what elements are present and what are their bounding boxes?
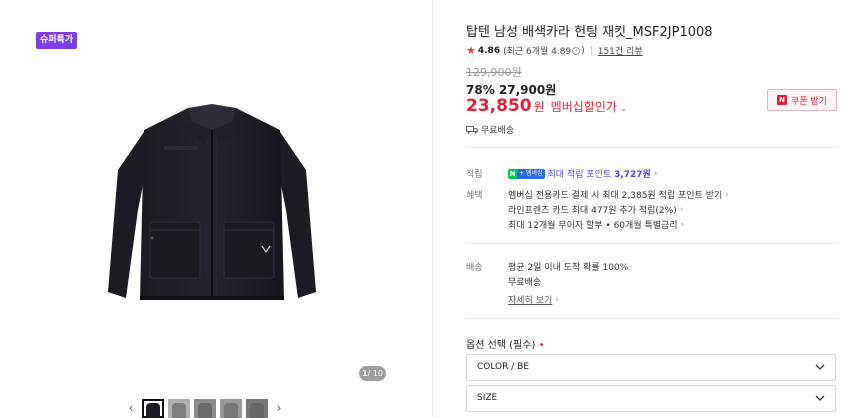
color-select[interactable]: COLOR / BE	[466, 354, 836, 381]
thumb-prev-icon[interactable]: ‹	[124, 399, 138, 418]
vertical-divider	[432, 0, 433, 418]
size-select-value: SIZE	[477, 393, 498, 403]
points-label: 적립	[466, 170, 483, 180]
original-price: 129,900원	[466, 66, 522, 79]
product-image[interactable]	[104, 100, 320, 312]
thumbnail-4[interactable]	[220, 399, 242, 418]
star-icon: ★	[466, 44, 476, 57]
max-points-text: 최대 적립 포인트 3,727원	[547, 170, 651, 180]
image-page-indicator: 1/ 10	[359, 366, 386, 381]
member-price-line[interactable]: 23,850 원 멤버십할인가 ⌄	[466, 96, 627, 116]
chevron-right-icon: ›	[555, 294, 559, 305]
chevron-right-icon: ›	[679, 204, 684, 215]
naver-plus-badge: N + 멤버십	[508, 168, 545, 179]
rating-row: ★ 4.86 (최근 6개월 4.89 i ) 151건 리뷰	[466, 44, 643, 57]
rating-recent: (최근 6개월 4.89	[503, 47, 572, 57]
section-divider	[466, 147, 838, 148]
required-mark: •	[538, 340, 545, 351]
thumbnail-3[interactable]	[194, 399, 216, 418]
chevron-right-icon: ›	[680, 219, 685, 230]
benefits-label: 혜택	[466, 191, 483, 201]
shipping-summary: 무료배송	[466, 123, 514, 136]
shipping-summary-text: 무료배송	[481, 126, 515, 136]
benefit-item-2[interactable]: 라인프렌즈 카드 최대 477원 추가 적립(2%) ›	[508, 203, 684, 217]
member-price-label: 멤버십할인가	[550, 100, 617, 114]
section-divider	[466, 318, 838, 319]
color-select-value: COLOR / BE	[477, 362, 530, 372]
delivery-arrival: 평균 2일 이내 도착 확률 100%	[508, 263, 629, 273]
member-price: 23,850	[466, 96, 532, 116]
delivery-detail-link[interactable]: 자세히 보기 ›	[508, 293, 559, 307]
thumbnail-2[interactable]	[168, 399, 190, 418]
product-title: 탑텐 남성 배색카라 헌팅 재킷_MSF2JP1008	[466, 25, 713, 40]
naver-n-icon: N	[777, 95, 787, 105]
chevron-right-icon: ›	[653, 168, 658, 179]
chevron-down-icon	[815, 395, 825, 401]
coupon-button-label: 쿠폰 받기	[791, 96, 827, 107]
chevron-down-icon	[815, 364, 825, 370]
option-title: 옵션 선택 (필수) •	[466, 340, 545, 351]
benefit-item-1[interactable]: 멤버십 전용카드 결제 시 최대 2,385원 적립 포인트 받기 ›	[508, 188, 729, 202]
truck-icon	[466, 125, 478, 134]
coupon-button[interactable]: N 쿠폰 받기	[767, 89, 837, 111]
rating-separator	[590, 46, 592, 55]
thumbnail-strip: ‹ ›	[124, 399, 286, 418]
discounted-price: 27,900원	[498, 83, 557, 97]
member-price-unit: 원	[533, 100, 545, 114]
thumbnail-1[interactable]	[142, 399, 164, 418]
delivery-label: 배송	[466, 263, 483, 273]
product-info: 탑텐 남성 배색카라 헌팅 재킷_MSF2JP1008 ★ 4.86 (최근 6…	[466, 0, 838, 418]
rating-recent-close: )	[581, 45, 585, 56]
review-count-link[interactable]: 151건 리뷰	[598, 44, 643, 57]
rating-value: 4.86	[477, 45, 501, 56]
points-row[interactable]: N + 멤버십 최대 적립 포인트 3,727원 ›	[508, 167, 657, 180]
section-divider	[466, 243, 838, 244]
product-gallery: 슈퍼특가 1/ 10 ‹ ›	[0, 0, 432, 418]
delivery-fee: 무료배송	[508, 278, 542, 288]
thumbnail-5[interactable]	[246, 399, 268, 418]
chevron-down-icon[interactable]: ⌄	[620, 104, 628, 114]
benefit-item-3[interactable]: 최대 12개월 무이자 할부 • 60개월 특별금리 ›	[508, 218, 685, 232]
size-select[interactable]: SIZE	[466, 385, 836, 412]
super-deal-badge: 슈퍼특가	[36, 32, 78, 49]
thumb-next-icon[interactable]: ›	[272, 399, 286, 418]
discount-percent: 78%	[466, 83, 495, 97]
chevron-right-icon: ›	[725, 189, 729, 200]
info-icon[interactable]: i	[572, 46, 581, 55]
